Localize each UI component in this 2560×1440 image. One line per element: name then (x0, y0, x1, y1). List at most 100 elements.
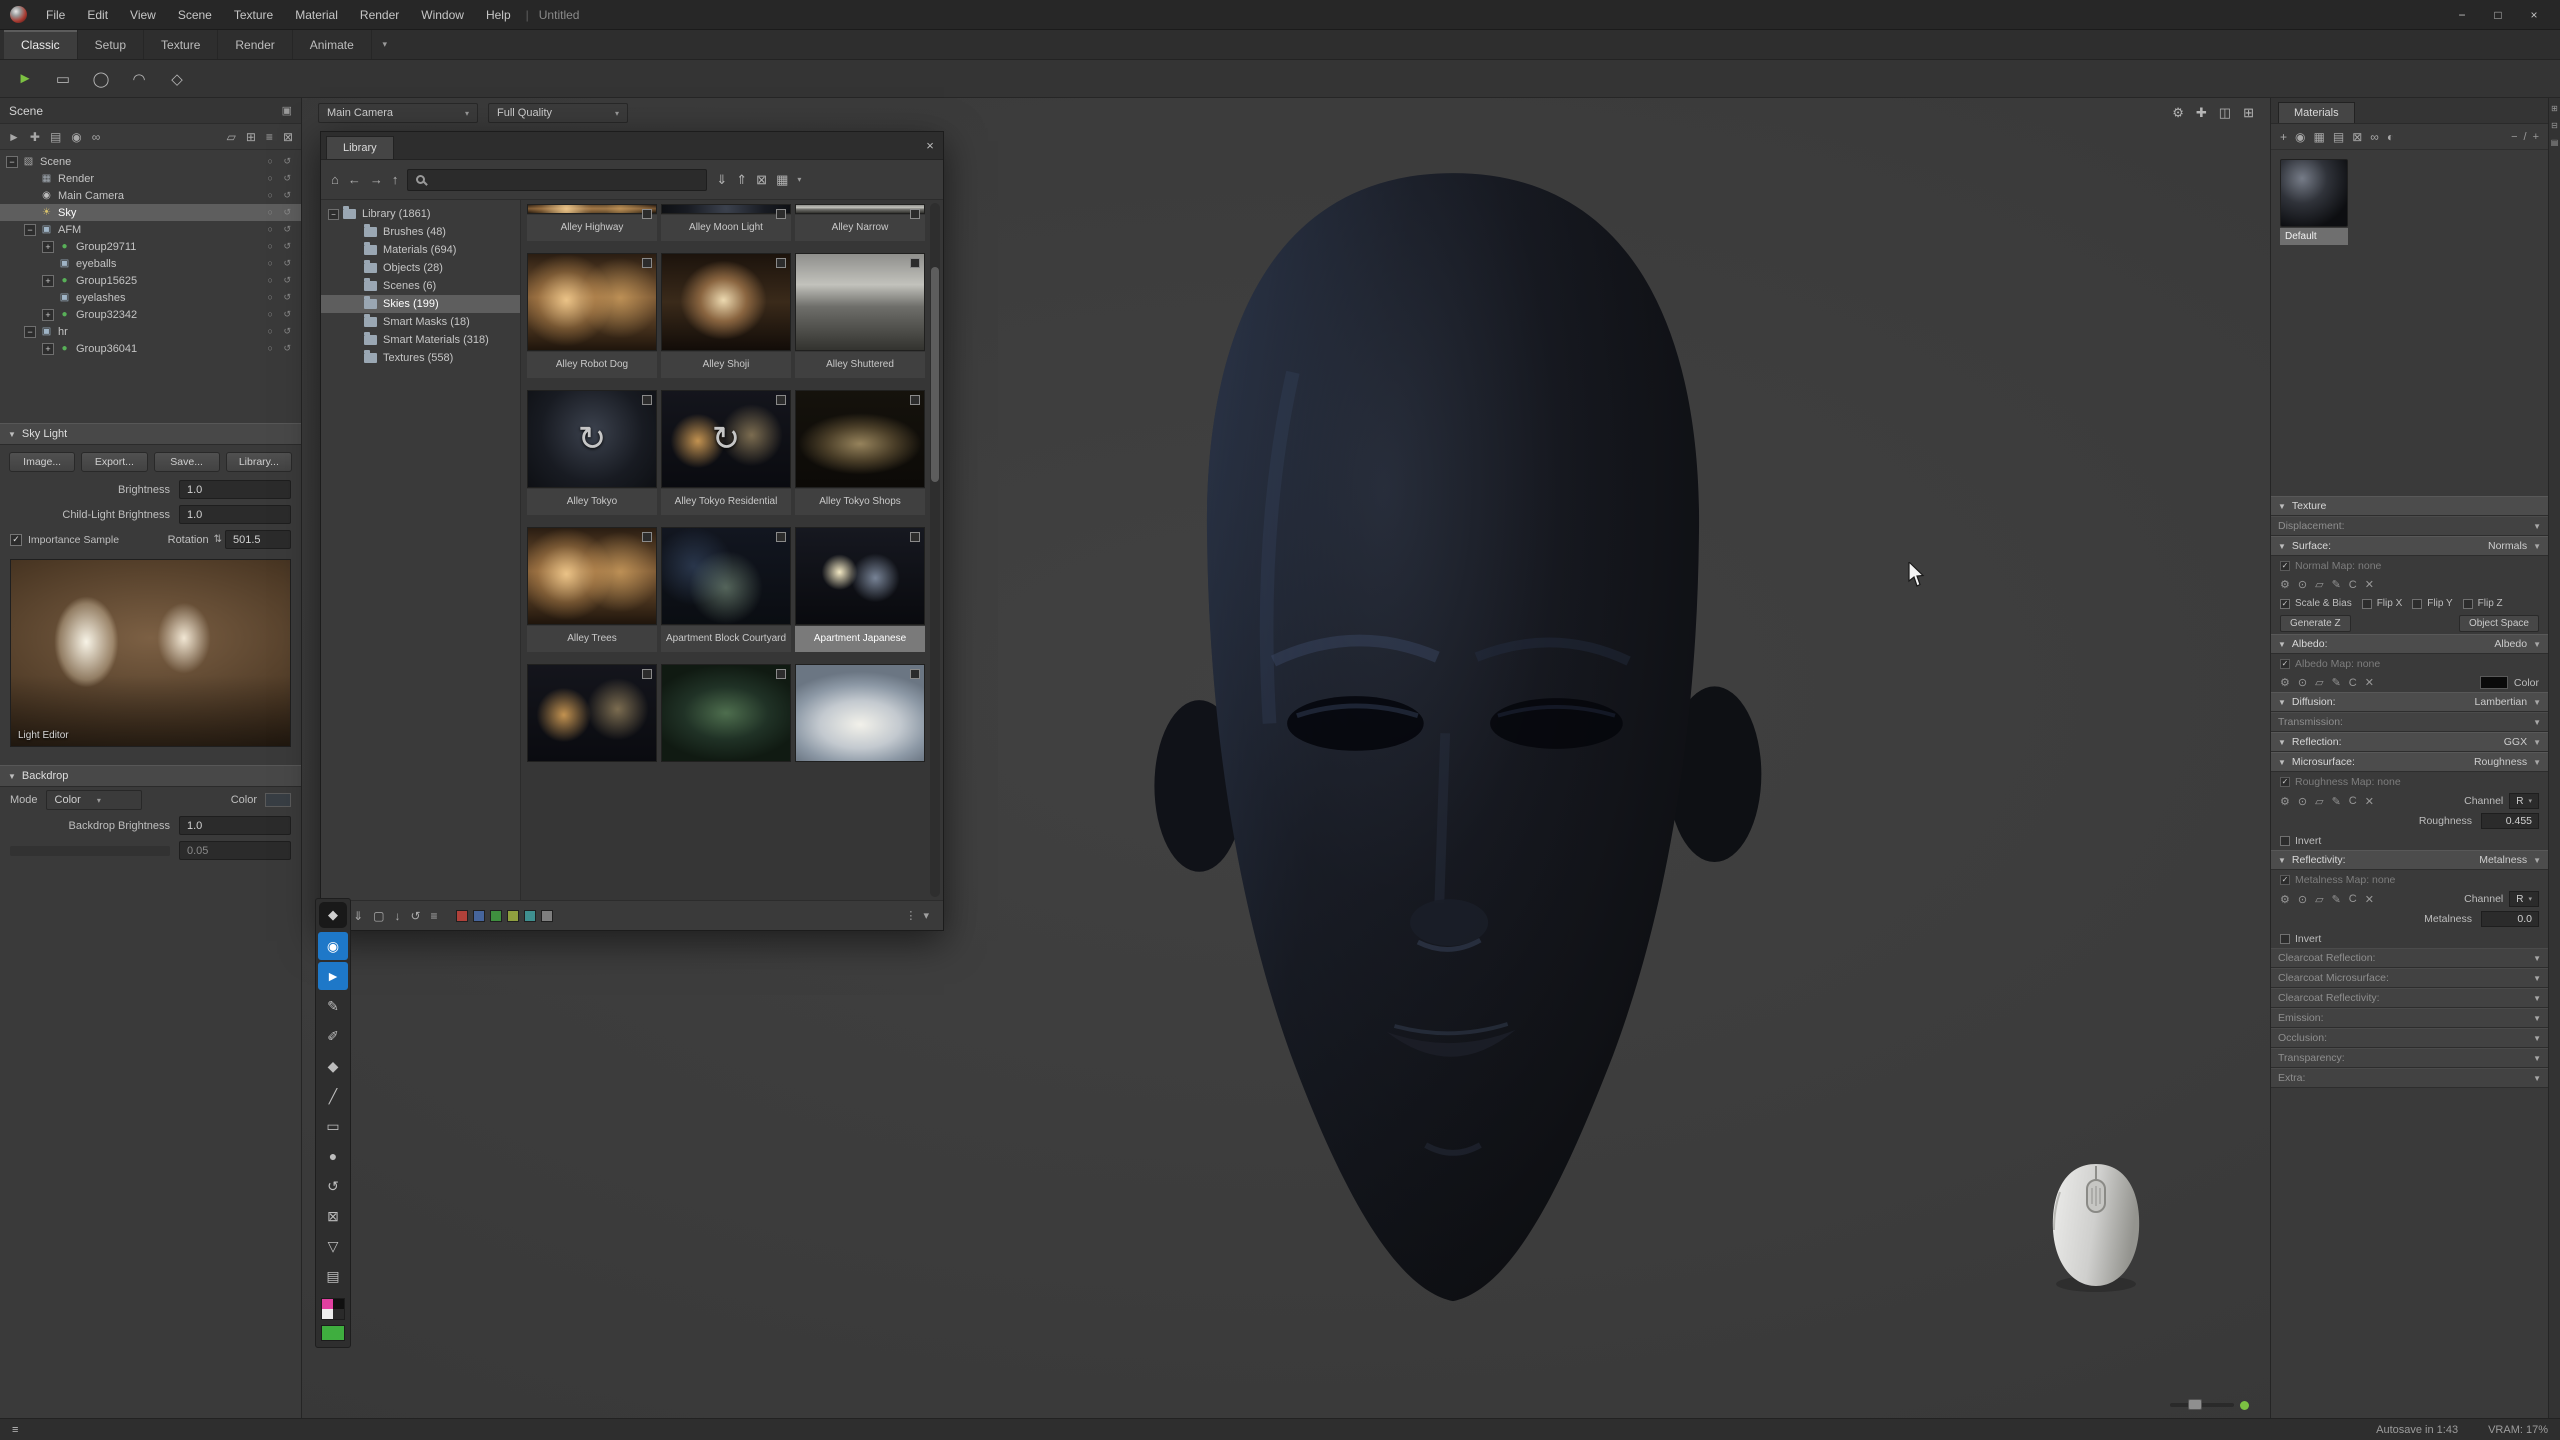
tag-gray[interactable] (541, 910, 553, 922)
collapsed-section-header[interactable]: Clearcoat Reflectivity: (2271, 988, 2548, 1008)
gear-icon[interactable]: ⚙ (2280, 893, 2290, 906)
slider-track[interactable] (2170, 1403, 2234, 1407)
thumbnail-checkbox[interactable] (776, 395, 786, 405)
undo-icon[interactable]: ↺ (318, 1172, 348, 1200)
sky-thumbnail[interactable] (661, 527, 791, 625)
surface-mode-dropdown[interactable]: Normals (2488, 540, 2541, 552)
tag-red[interactable] (456, 910, 468, 922)
monitor-icon[interactable]: ▢ (373, 909, 384, 923)
palette-handle-icon[interactable]: ◆ (319, 902, 347, 928)
diffusion-mode-dropdown[interactable]: Lambertian (2475, 696, 2541, 708)
menu-item[interactable]: Texture (223, 4, 284, 26)
expander-icon[interactable] (42, 309, 54, 321)
thumbnail-checkbox[interactable] (910, 669, 920, 679)
backdrop-color-swatch[interactable] (265, 793, 291, 807)
section-reflection[interactable]: Reflection: GGX (2271, 732, 2548, 752)
up-icon[interactable]: ↑ (392, 172, 399, 187)
scene-tree-row[interactable]: Sky (0, 204, 301, 221)
search-icon[interactable]: ⊙ (2298, 893, 2307, 906)
copy-icon[interactable]: C (2349, 578, 2357, 591)
chevron-down-icon[interactable]: ▾ (797, 175, 801, 184)
roughness-map-checkbox[interactable] (2280, 777, 2290, 787)
vertical-scrollbar[interactable] (930, 203, 940, 897)
library-item[interactable]: Apartment Japanese (795, 527, 925, 652)
library-item[interactable]: Alley Tokyo Residential (661, 390, 791, 515)
row-visibility-icons[interactable] (268, 292, 295, 303)
edit-icon[interactable]: ✎ (2332, 893, 2341, 906)
clear-icon[interactable]: ✕ (2365, 893, 2374, 906)
row-visibility-icons[interactable] (268, 326, 295, 337)
save-button[interactable]: Save... (154, 452, 220, 472)
library-item[interactable]: Alley Tokyo (527, 390, 657, 515)
collapse-panel-icon[interactable]: ⊟ (2551, 121, 2558, 130)
search-icon[interactable]: ⊙ (2298, 578, 2307, 591)
sky-thumbnail[interactable] (795, 204, 925, 214)
rotation-spinner-icon[interactable] (214, 534, 222, 545)
expander-icon[interactable] (24, 326, 36, 338)
menu-item[interactable]: Render (349, 4, 410, 26)
channel-dropdown[interactable]: R (2509, 891, 2539, 907)
gear-icon[interactable]: ⚙ (2280, 676, 2290, 689)
more-options-icon[interactable] (905, 909, 931, 922)
sync-icon[interactable]: ↺ (410, 909, 420, 923)
scale-bias-checkbox[interactable] (2280, 599, 2290, 609)
rotation-field[interactable]: 501.5 (225, 530, 291, 549)
workspace-tab[interactable]: Texture (144, 30, 218, 59)
lasso-select-icon[interactable]: ◠ (126, 66, 152, 92)
copy-icon[interactable]: C (2349, 676, 2357, 689)
delete-tool-icon[interactable]: ⊠ (318, 1202, 348, 1230)
select-icon[interactable]: ► (8, 130, 20, 144)
library-item[interactable]: Alley Narrow (795, 204, 925, 241)
rect-select-icon[interactable]: ▭ (50, 66, 76, 92)
collapsed-section-header[interactable]: Transparency: (2271, 1048, 2548, 1068)
expand-panel-icon[interactable]: ⊞ (2243, 105, 2254, 121)
scene-tree-row[interactable]: Render (0, 170, 301, 187)
generate-z-button[interactable]: Generate Z (2280, 615, 2351, 632)
forward-icon[interactable]: → (370, 172, 383, 187)
materials-tab[interactable]: Materials (2278, 102, 2355, 123)
scene-tree-row[interactable]: Group15625 (0, 272, 301, 289)
metalness-field[interactable]: 0.0 (2481, 911, 2539, 927)
library-item[interactable]: Alley Moon Light (661, 204, 791, 241)
workspace-tab[interactable]: Render (218, 30, 292, 59)
knife-tool-icon[interactable]: ◆ (318, 1052, 348, 1080)
export-icon[interactable]: ⇑ (736, 172, 747, 188)
delete-icon[interactable]: ⊠ (756, 172, 767, 188)
brightness-field[interactable]: 1.0 (179, 480, 291, 499)
popout-panel-icon[interactable]: ▣ (282, 104, 292, 117)
thumbnail-checkbox[interactable] (642, 395, 652, 405)
quality-dropdown[interactable]: Full Quality (488, 103, 628, 123)
edit-icon[interactable]: ✎ (2332, 795, 2341, 808)
row-visibility-icons[interactable] (268, 207, 295, 218)
thumbnail-checkbox[interactable] (642, 258, 652, 268)
library-folder-row[interactable]: Brushes (48) (321, 223, 520, 241)
metalness-map-checkbox[interactable] (2280, 875, 2290, 885)
sky-thumbnail[interactable] (795, 664, 925, 762)
library-item[interactable] (527, 664, 657, 762)
camera-dropdown[interactable]: Main Camera (318, 103, 478, 123)
section-reflectivity[interactable]: Reflectivity: Metalness (2271, 850, 2548, 870)
collapsed-section-header[interactable]: Clearcoat Microsurface: (2271, 968, 2548, 988)
clear-icon[interactable]: ✕ (2365, 795, 2374, 808)
close-icon[interactable]: × (917, 138, 943, 153)
menu-item[interactable]: View (119, 4, 167, 26)
library-item[interactable]: Alley Robot Dog (527, 253, 657, 378)
library-folder-row[interactable]: Scenes (6) (321, 277, 520, 295)
library-tab[interactable]: Library (326, 136, 394, 159)
brush-tool-icon[interactable]: ✐ (318, 1022, 348, 1050)
channel-dropdown[interactable]: R (2509, 793, 2539, 809)
object-space-button[interactable]: Object Space (2459, 615, 2539, 632)
search-icon[interactable]: ⊙ (2298, 795, 2307, 808)
library-folder-row[interactable]: Library (1861) (321, 205, 520, 223)
sky-thumbnail[interactable] (795, 527, 925, 625)
menu-item[interactable]: Help (475, 4, 522, 26)
backdrop-header[interactable]: Backdrop (0, 765, 301, 787)
scene-tree-row[interactable]: Scene (0, 153, 301, 170)
add-folder-icon[interactable]: ⊞ (246, 130, 256, 144)
eraser-tool-icon[interactable]: ▭ (318, 1112, 348, 1140)
row-visibility-icons[interactable] (268, 156, 295, 167)
green-color-swatch[interactable] (321, 1325, 345, 1341)
collapsed-section-header[interactable]: Emission: (2271, 1008, 2548, 1028)
line-tool-icon[interactable]: ╱ (318, 1082, 348, 1110)
library-folder-row[interactable]: Smart Masks (18) (321, 313, 520, 331)
